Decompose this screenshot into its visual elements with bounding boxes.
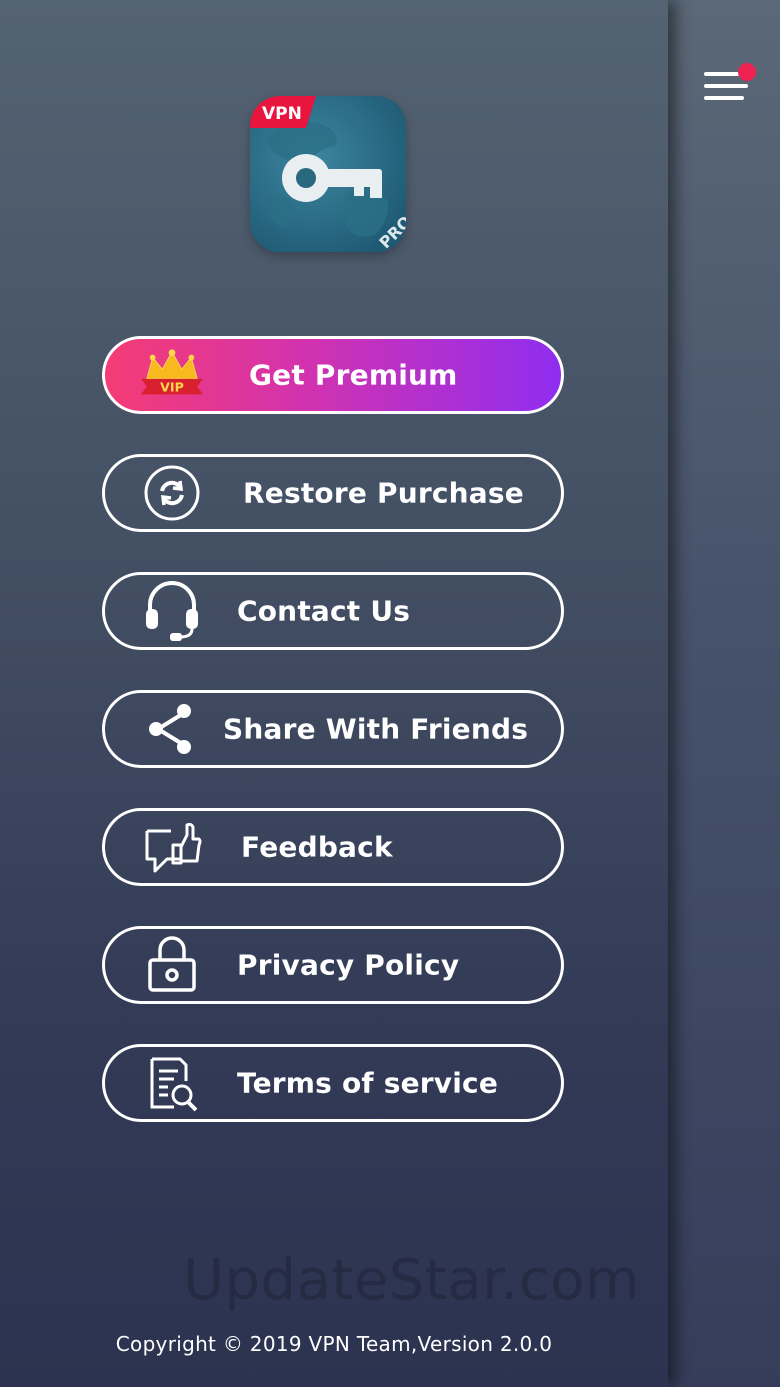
- vip-badge-text: VIP: [160, 379, 184, 394]
- menu-bar: [704, 72, 740, 76]
- menu-bar: [704, 84, 748, 88]
- hamburger-menu-button[interactable]: [700, 63, 758, 108]
- feedback-thumbs-up-icon: [141, 816, 203, 878]
- restore-icon: [141, 462, 203, 524]
- menu-item-label: Contact Us: [237, 594, 411, 628]
- menu-bar: [704, 96, 744, 100]
- menu-item-label: Terms of service: [237, 1066, 499, 1100]
- background-panel: [668, 0, 780, 1387]
- document-search-icon: [141, 1052, 203, 1114]
- terms-of-service-button[interactable]: Terms of service: [102, 1044, 564, 1122]
- copyright-text: Copyright © 2019 VPN Team,Version 2.0.0: [115, 1332, 553, 1356]
- menu-item-label: Feedback: [241, 830, 393, 864]
- menu-item-label: Restore Purchase: [243, 476, 524, 510]
- logo-badge-text: VPN: [262, 104, 302, 124]
- menu-item-label: Privacy Policy: [237, 948, 460, 982]
- share-icon: [141, 698, 203, 760]
- crown-vip-icon: VIP: [141, 344, 203, 406]
- side-drawer: VPN PRO VIP Get Premium Restore Purchase…: [0, 0, 668, 1387]
- headset-icon: [141, 580, 203, 642]
- watermark-text: UpdateStar.com: [183, 1248, 640, 1313]
- menu-item-label: Get Premium: [249, 358, 458, 392]
- feedback-button[interactable]: Feedback: [102, 808, 564, 886]
- get-premium-button[interactable]: VIP Get Premium: [102, 336, 564, 414]
- notification-dot: [738, 63, 756, 81]
- contact-us-button[interactable]: Contact Us: [102, 572, 564, 650]
- restore-purchase-button[interactable]: Restore Purchase: [102, 454, 564, 532]
- menu-item-label: Share With Friends: [223, 712, 529, 746]
- app-logo: VPN PRO: [250, 96, 406, 252]
- vpn-key-logo-icon: VPN PRO: [250, 96, 406, 252]
- share-with-friends-button[interactable]: Share With Friends: [102, 690, 564, 768]
- privacy-policy-button[interactable]: Privacy Policy: [102, 926, 564, 1004]
- lock-icon: [141, 934, 203, 996]
